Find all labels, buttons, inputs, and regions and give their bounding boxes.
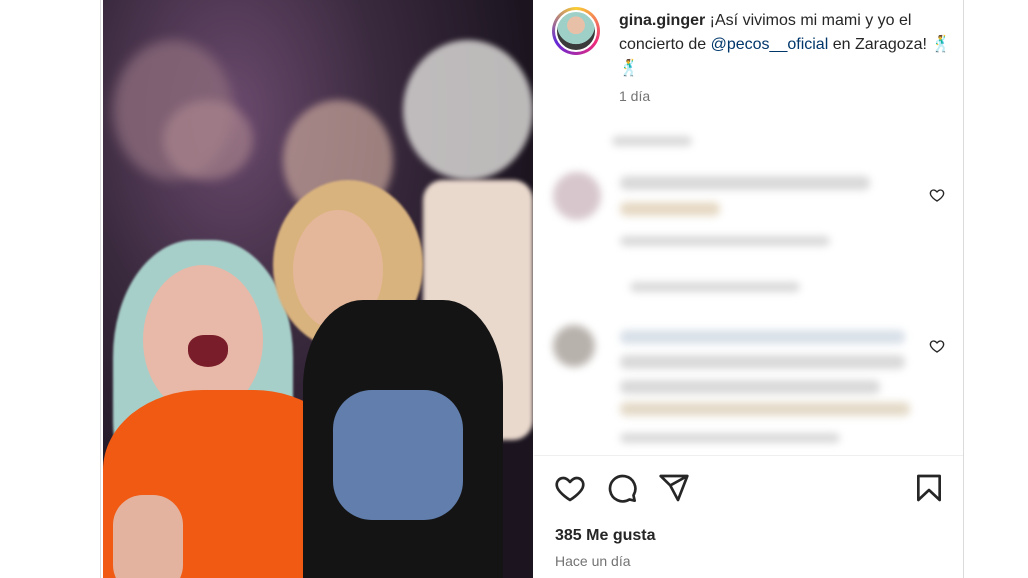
crowd-figure: [403, 40, 533, 180]
blurred-comment: [620, 330, 905, 344]
comment-button[interactable]: [606, 472, 638, 504]
blurred-comment: [620, 202, 720, 216]
mention-link[interactable]: @pecos__oficial: [711, 36, 829, 53]
heart-icon[interactable]: [929, 338, 945, 354]
save-button[interactable]: [913, 472, 945, 504]
blurred-comment: [620, 355, 905, 369]
avatar[interactable]: [552, 7, 600, 55]
heart-icon[interactable]: [929, 187, 945, 203]
divider: [534, 455, 963, 456]
blurred-meta: [620, 236, 830, 246]
comment-avatar[interactable]: [553, 325, 595, 367]
blurred-text: [612, 136, 692, 146]
blurred-comment: [620, 176, 870, 190]
blurred-meta: [620, 433, 840, 443]
blurred-replies: [630, 282, 800, 292]
post-photo[interactable]: [103, 0, 533, 578]
blurred-comment: [620, 380, 880, 394]
username-link[interactable]: gina.ginger: [619, 12, 705, 29]
like-count[interactable]: 385 Me gusta: [555, 527, 655, 545]
crowd-figure: [163, 100, 253, 180]
blurred-comment: [620, 402, 910, 416]
frame-border-left: [100, 0, 101, 578]
frame-border-right: [963, 0, 964, 578]
share-button[interactable]: [658, 472, 690, 504]
caption-timestamp: 1 día: [619, 88, 651, 104]
post-date: Hace un día: [555, 553, 631, 569]
like-button[interactable]: [554, 472, 586, 504]
comment-avatar[interactable]: [553, 172, 601, 220]
post-caption: gina.ginger ¡Así vivimos mi mami y yo el…: [619, 9, 954, 81]
person-arm: [113, 495, 183, 578]
person-mouth: [188, 335, 228, 367]
shirt-print: [333, 390, 463, 520]
